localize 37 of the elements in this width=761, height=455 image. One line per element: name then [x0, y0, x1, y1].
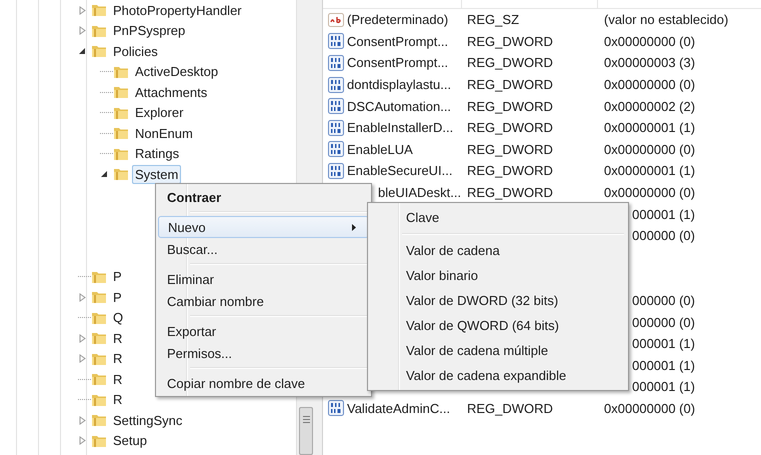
value-name: (Predeterminado) [347, 12, 448, 28]
value-data: 000001 (1) [632, 336, 695, 352]
value-name: ValidateAdminC... [347, 400, 450, 416]
value-type: REG_DWORD [466, 185, 554, 200]
value-data: 000000 (0) [632, 314, 695, 330]
value-data: 0x00000000 (0) [603, 34, 696, 49]
value-data: 000001 (1) [632, 358, 695, 373]
value-name: bleUIADeskt... [378, 185, 462, 200]
value-type: REG_DWORD [466, 98, 554, 114]
value-data: 0x00000001 (1) [603, 120, 696, 136]
value-type: REG_DWORD [466, 400, 554, 416]
value-type: REG_DWORD [466, 34, 554, 49]
value-data: 0x00000000 (0) [603, 142, 696, 157]
value-data: 0x00000002 (2) [603, 98, 696, 114]
value-name: EnableSecureUI... [347, 163, 453, 178]
value-data: 0x00000003 (3) [603, 55, 696, 70]
value-data: 000000 (0) [632, 293, 695, 308]
value-name: ConsentPrompt... [347, 34, 448, 49]
value-type: REG_DWORD [466, 77, 554, 92]
value-name: dontdisplaylastu... [347, 77, 452, 92]
value-name: EnableLUA [347, 142, 413, 157]
value-type: REG_DWORD [466, 120, 554, 136]
value-type: REG_DWORD [466, 142, 554, 157]
value-data: (valor no establecido) [603, 12, 728, 28]
value-data: 000000 (0) [632, 228, 695, 244]
value-type: REG_DWORD [466, 163, 554, 178]
value-data: 000001 (1) [632, 379, 695, 394]
value-data: 0x00000000 (0) [603, 185, 696, 200]
value-data: 0x00000001 (1) [603, 163, 696, 178]
value-data: 0x00000000 (0) [603, 400, 696, 416]
value-type: REG_DWORD [466, 55, 554, 70]
value-name: ConsentPrompt... [347, 55, 448, 70]
value-data: 000001 (1) [632, 206, 695, 222]
value-name: EnableInstallerD... [347, 120, 454, 136]
value-type: REG_SZ [466, 12, 520, 28]
value-name: DSCAutomation... [347, 98, 452, 114]
value-data: 0x00000000 (0) [603, 77, 696, 92]
